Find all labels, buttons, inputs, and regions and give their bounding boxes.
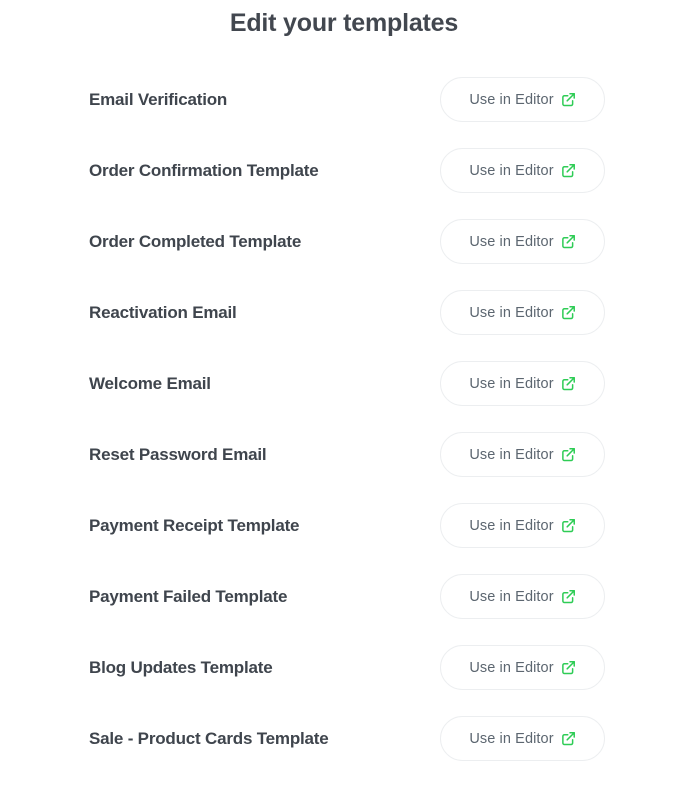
template-row: Payment Failed Template Use in Editor xyxy=(0,574,688,619)
template-row: Reactivation Email Use in Editor xyxy=(0,290,688,335)
template-name: Order Confirmation Template xyxy=(89,160,319,180)
use-in-editor-button[interactable]: Use in Editor xyxy=(440,361,605,406)
use-in-editor-label: Use in Editor xyxy=(469,233,554,250)
external-link-icon xyxy=(561,376,576,391)
template-name: Email Verification xyxy=(89,89,228,109)
template-row: Order Confirmation Template Use in Editor xyxy=(0,148,688,193)
use-in-editor-button[interactable]: Use in Editor xyxy=(440,219,605,264)
external-link-icon xyxy=(561,163,576,178)
use-in-editor-label: Use in Editor xyxy=(469,446,554,463)
template-row: Welcome Email Use in Editor xyxy=(0,361,688,406)
use-in-editor-label: Use in Editor xyxy=(469,375,554,392)
use-in-editor-label: Use in Editor xyxy=(469,730,554,747)
template-row: Payment Receipt Template Use in Editor xyxy=(0,503,688,548)
template-row: Blog Updates Template Use in Editor xyxy=(0,645,688,690)
use-in-editor-label: Use in Editor xyxy=(469,659,554,676)
use-in-editor-label: Use in Editor xyxy=(469,162,554,179)
use-in-editor-label: Use in Editor xyxy=(469,517,554,534)
use-in-editor-button[interactable]: Use in Editor xyxy=(440,432,605,477)
use-in-editor-button[interactable]: Use in Editor xyxy=(440,645,605,690)
use-in-editor-label: Use in Editor xyxy=(469,304,554,321)
template-row: Reset Password Email Use in Editor xyxy=(0,432,688,477)
use-in-editor-button[interactable]: Use in Editor xyxy=(440,290,605,335)
use-in-editor-button[interactable]: Use in Editor xyxy=(440,716,605,761)
external-link-icon xyxy=(561,305,576,320)
template-row: Sale - Product Cards Template Use in Edit… xyxy=(0,716,688,761)
template-name: Payment Receipt Template xyxy=(89,515,300,535)
use-in-editor-button[interactable]: Use in Editor xyxy=(440,503,605,548)
external-link-icon xyxy=(561,660,576,675)
external-link-icon xyxy=(561,589,576,604)
external-link-icon xyxy=(561,92,576,107)
template-name: Welcome Email xyxy=(89,373,211,393)
template-name: Order Completed Template xyxy=(89,231,302,251)
external-link-icon xyxy=(561,234,576,249)
template-gallery-page: Edit your templates Email Verification Us… xyxy=(0,0,688,780)
use-in-editor-button[interactable]: Use in Editor xyxy=(440,77,605,122)
page-title: Edit your templates xyxy=(229,9,459,37)
template-name: Reactivation Email xyxy=(89,302,237,322)
use-in-editor-label: Use in Editor xyxy=(469,91,554,108)
template-row: Email Verification Use in Editor xyxy=(0,77,688,122)
use-in-editor-label: Use in Editor xyxy=(469,588,554,605)
external-link-icon xyxy=(561,447,576,462)
template-name: Payment Failed Template xyxy=(89,586,288,606)
template-list: Email Verification Use in Editor Order Con… xyxy=(0,77,688,787)
template-name: Sale - Product Cards Template xyxy=(89,728,329,748)
use-in-editor-button[interactable]: Use in Editor xyxy=(440,574,605,619)
use-in-editor-button[interactable]: Use in Editor xyxy=(440,148,605,193)
external-link-icon xyxy=(561,731,576,746)
external-link-icon xyxy=(561,518,576,533)
template-name: Blog Updates Template xyxy=(89,657,273,677)
template-name: Reset Password Email xyxy=(89,444,267,464)
template-row: Order Completed Template Use in Editor xyxy=(0,219,688,264)
